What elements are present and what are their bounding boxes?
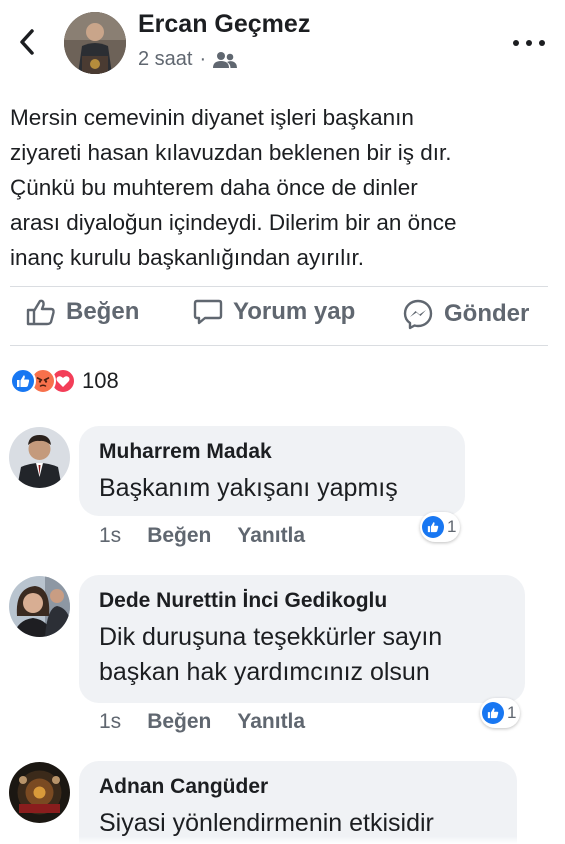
post-time[interactable]: 2 saat	[138, 48, 192, 71]
author-avatar[interactable]	[64, 12, 126, 74]
like-button[interactable]: Beğen	[26, 298, 139, 326]
comment-reply-button[interactable]: Yanıtla	[237, 524, 305, 548]
comment-time[interactable]: 1s	[99, 524, 121, 548]
comment-label: Yorum yap	[233, 298, 356, 325]
friends-icon	[213, 51, 238, 68]
more-dot-icon	[526, 40, 532, 46]
more-dot-icon	[513, 40, 519, 46]
comment-bubble[interactable]: Muharrem Madak Başkanım yakışanı yapmış	[79, 426, 465, 516]
send-label: Gönder	[444, 300, 530, 327]
bottom-edge	[0, 836, 565, 844]
reaction-count: 108	[82, 368, 119, 393]
divider	[10, 286, 548, 287]
like-label: Beğen	[66, 298, 140, 325]
like-reaction-icon	[422, 516, 444, 538]
comment-actions: 1s Beğen Yanıtla	[99, 524, 305, 548]
chevron-left-icon	[20, 29, 34, 55]
comment-like-badge[interactable]: 1	[420, 512, 461, 542]
commenter-name[interactable]: Muharrem Madak	[99, 439, 445, 465]
like-reaction-icon	[10, 368, 36, 394]
commenter-avatar[interactable]	[9, 762, 70, 823]
comment-like-badge[interactable]: 1	[480, 698, 521, 728]
comment-actions: 1s Beğen Yanıtla	[99, 710, 305, 734]
post-actions-bar: Beğen Yorum yap Gönder	[0, 290, 565, 345]
comment-like-button[interactable]: Beğen	[147, 524, 211, 548]
comment-button[interactable]: Yorum yap	[193, 298, 355, 326]
more-options-button[interactable]	[513, 36, 545, 50]
comment-like-count: 1	[447, 517, 457, 536]
comment-time[interactable]: 1s	[99, 710, 121, 734]
commenter-name[interactable]: Dede Nurettin İnci Gedikoglu	[99, 588, 505, 614]
reactions-summary[interactable]: 108	[10, 366, 119, 396]
comment-bubble[interactable]: Adnan Cangüder Siyasi yönlendirmenin etk…	[79, 761, 517, 844]
comment-icon	[193, 299, 223, 325]
commenter-avatar[interactable]	[9, 576, 70, 637]
thumbs-up-icon	[26, 299, 55, 326]
post-text: Mersin cemevinin diyanet işleri başkanın…	[10, 105, 457, 270]
comment-text: Başkanım yakışanı yapmış	[99, 474, 398, 502]
like-reaction-icon	[482, 702, 504, 724]
send-button[interactable]: Gönder	[402, 298, 529, 330]
comment-like-count: 1	[507, 703, 517, 722]
comment-reply-button[interactable]: Yanıtla	[237, 710, 305, 734]
commenter-name[interactable]: Adnan Cangüder	[99, 774, 497, 800]
comment-bubble[interactable]: Dede Nurettin İnci Gedikoglu Dik duruşun…	[79, 575, 525, 703]
divider	[10, 345, 548, 346]
commenter-avatar[interactable]	[9, 427, 70, 488]
meta-separator: ·	[199, 48, 207, 70]
post-header: Ercan Geçmez 2 saat ·	[0, 0, 565, 90]
author-name[interactable]: Ercan Geçmez	[138, 10, 310, 39]
back-button[interactable]	[12, 26, 42, 58]
comment-like-button[interactable]: Beğen	[147, 710, 211, 734]
comment-text: Dik duruşuna teşekkürler sayın başkan ha…	[99, 623, 443, 686]
more-dot-icon	[539, 40, 545, 46]
messenger-icon	[403, 299, 433, 330]
post-meta: 2 saat ·	[138, 48, 238, 71]
